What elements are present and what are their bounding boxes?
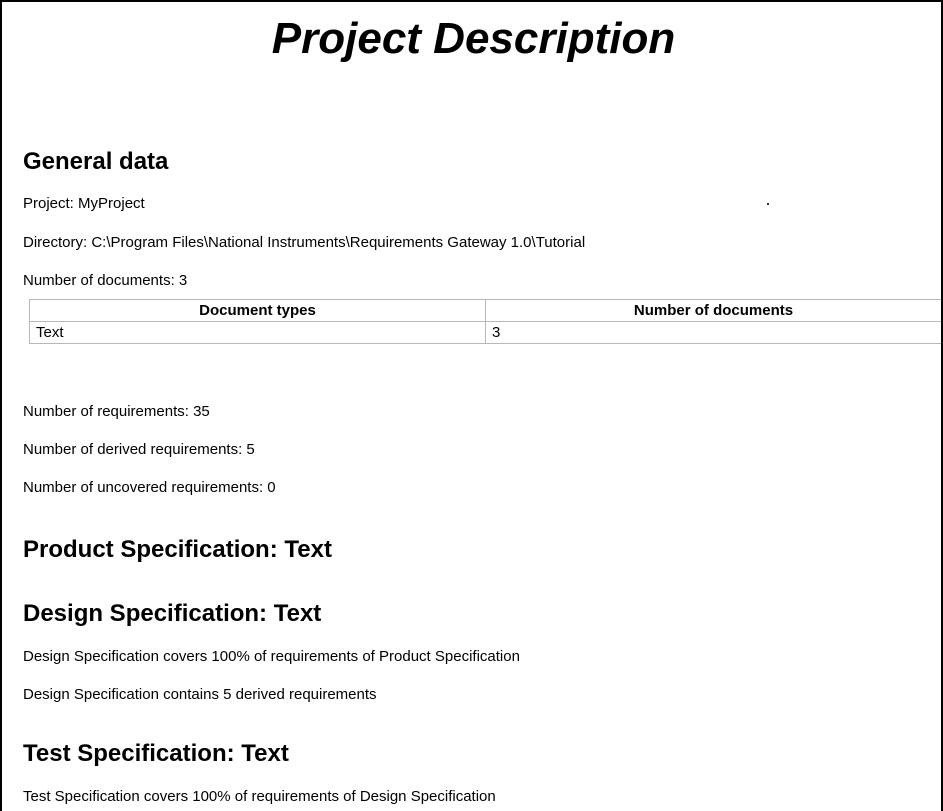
requirements-count-line: Number of requirements: 35: [23, 403, 210, 420]
document-types-table: Document types Number of documents Text …: [29, 299, 941, 344]
project-line: Project: MyProject: [23, 195, 145, 212]
directory-line: Directory: C:\Program Files\National Ins…: [23, 234, 586, 251]
design-spec-coverage-line: Design Specification covers 100% of requ…: [23, 648, 520, 665]
derived-requirements-line: Number of derived requirements: 5: [23, 441, 255, 458]
stray-dot: [767, 203, 769, 205]
design-spec-derived-line: Design Specification contains 5 derived …: [23, 686, 377, 703]
column-header-number-of-documents: Number of documents: [485, 299, 941, 322]
table-cell-document-count: 3: [485, 321, 941, 344]
table-header-row: Document types Number of documents: [29, 299, 941, 322]
documents-count-line: Number of documents: 3: [23, 272, 188, 289]
uncovered-requirements-line: Number of uncovered requirements: 0: [23, 479, 276, 496]
report-title: Project Description: [271, 14, 676, 63]
design-spec-heading: Design Specification: Text: [23, 600, 322, 627]
product-spec-heading: Product Specification: Text: [23, 536, 332, 563]
test-spec-heading: Test Specification: Text: [23, 740, 289, 767]
test-spec-coverage-line: Test Specification covers 100% of requir…: [23, 788, 496, 805]
table-row: Text 3: [29, 321, 941, 344]
report-page: Project Description General data Project…: [0, 0, 943, 811]
table-cell-document-type: Text: [29, 321, 486, 344]
column-header-document-types: Document types: [29, 299, 486, 322]
general-data-heading: General data: [23, 148, 169, 175]
